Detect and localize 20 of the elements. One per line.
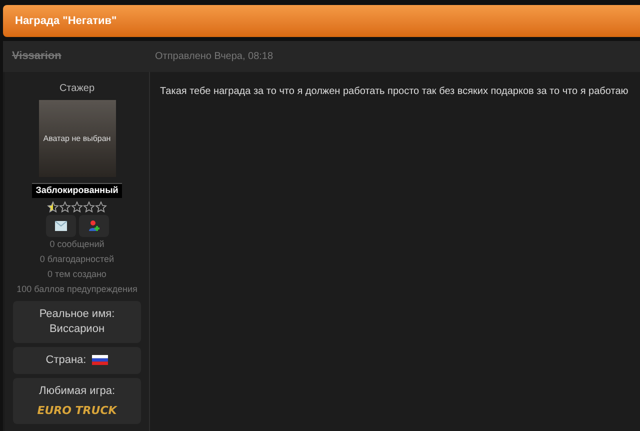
field-label: Любимая игра:	[38, 384, 116, 398]
topic-title: Награда "Негатив"	[15, 14, 117, 29]
user-stat: 0 тем создано	[48, 268, 106, 281]
user-group-badge: Заблокированный	[32, 183, 122, 198]
envelope-icon	[54, 220, 66, 230]
post-message: Такая тебе награда за то что я должен работать просто так без всяких подарков за то что я работаю	[160, 85, 630, 99]
avatar-text: Аватар не выбран	[43, 132, 111, 144]
game-logo: EURO TRUCK	[37, 402, 117, 418]
user-add-icon	[88, 220, 100, 232]
add-friend-button[interactable]	[78, 214, 108, 236]
user-rank: Стажер	[59, 82, 95, 96]
russia-flag-icon	[92, 355, 108, 365]
user-stat: 0 сообщений	[50, 238, 104, 251]
post-date: Отправлено Вчера, 08:18	[155, 50, 274, 64]
field-label: Страна:	[46, 352, 86, 368]
author-name[interactable]: Vissarion	[3, 48, 155, 65]
message-button[interactable]	[46, 214, 76, 236]
user-stat: 0 благодарностей	[40, 252, 114, 266]
user-stat: 100 баллов предупреждения	[16, 282, 138, 296]
field-label: Реальное имя: Виссарион	[38, 306, 116, 336]
